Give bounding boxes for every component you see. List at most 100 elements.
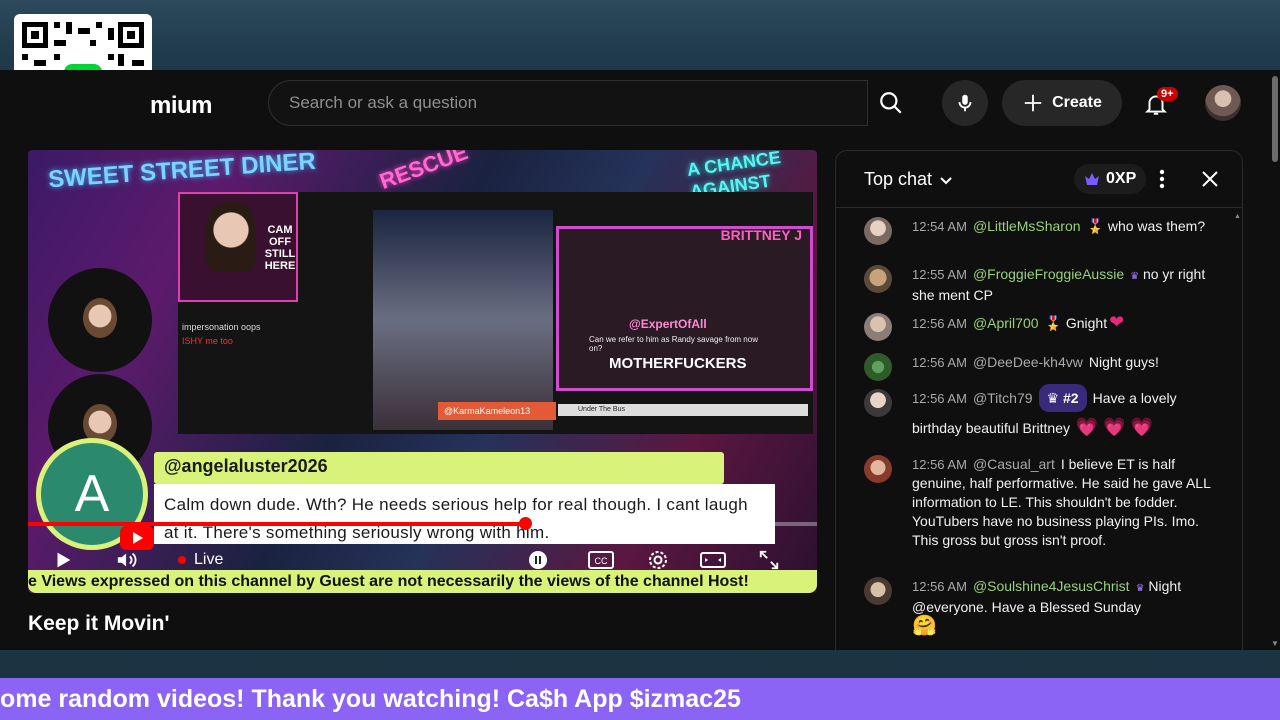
chat-avatar[interactable] xyxy=(864,353,892,381)
embedded-chat-line: impersonation oops xyxy=(182,322,261,332)
chat-scroll-up-arrow[interactable]: ▲ xyxy=(1234,213,1241,220)
volume-icon xyxy=(117,552,137,568)
close-icon xyxy=(1202,171,1218,187)
youtube-premium-logo[interactable]: mium xyxy=(150,92,213,120)
chat-author[interactable]: @April700 xyxy=(973,315,1039,331)
cam-off-text: CAM OFF STILL HERE xyxy=(264,224,296,272)
scroll-down-arrow[interactable]: ▼ xyxy=(1271,639,1279,648)
chat-timestamp: 12:55 AM xyxy=(912,267,967,282)
chat-message-body: 12:56 AM @April700 🎖️ Gnight ❤ xyxy=(912,313,1212,333)
chat-timestamp: 12:56 AM xyxy=(912,355,967,370)
embedded-video-frame xyxy=(373,210,673,430)
promo-marquee: ome random videos! Thank you watching! C… xyxy=(0,678,1280,720)
guest-handle: @ExpertOfAll xyxy=(629,317,707,331)
chat-author[interactable]: @Soulshine4JesusChrist xyxy=(973,578,1130,594)
cam-panel: CAM OFF STILL HERE xyxy=(178,192,298,302)
caption-author: @angelaluster2026 xyxy=(164,456,328,476)
guest-banner: MOTHERFUCKERS xyxy=(609,355,747,372)
guest-title: BRITTNEY J xyxy=(720,227,802,243)
chat-message-body: 12:56 AM @DeeDee-kh4vw Night guys! xyxy=(912,353,1212,372)
guest-bubble-1 xyxy=(48,268,152,372)
chat-author[interactable]: @FroggieFroggieAussie xyxy=(973,266,1124,282)
progress-fill xyxy=(28,522,526,526)
chat-text: Gnight xyxy=(1065,315,1108,331)
chat-timestamp: 12:56 AM xyxy=(912,457,967,472)
video-title[interactable]: Keep it Movin' xyxy=(28,612,170,636)
chat-avatar[interactable] xyxy=(864,577,892,605)
search-button[interactable] xyxy=(868,80,914,126)
member-badge-icon: 🎖️ xyxy=(1086,218,1104,234)
chat-mode-dropdown[interactable]: Top chat xyxy=(864,169,954,190)
chat-message-body: 12:54 AM @LittleMsSharon 🎖️ who was them? xyxy=(912,217,1212,236)
embedded-chat-line: ISHY me too xyxy=(182,336,233,346)
close-chat-button[interactable] xyxy=(1196,165,1224,193)
heart-emoji-icon: 💗 💗 💗 xyxy=(1075,417,1154,437)
create-label: Create xyxy=(1052,94,1102,111)
play-icon xyxy=(57,552,71,568)
notification-count-badge: 9+ xyxy=(1157,87,1178,101)
create-button[interactable]: Create xyxy=(1002,80,1122,126)
chat-timestamp: 12:54 AM xyxy=(912,219,967,234)
chat-message-body: 12:56 AM @Titch79 ♛ #2 Have a lovely birthd… xyxy=(912,384,1212,442)
chat-author[interactable]: @Casual_art xyxy=(973,456,1055,472)
guest-panel: BRITTNEY J @ExpertOfAll Can we refer to … xyxy=(556,226,813,391)
rank-badge: ♛ #2 xyxy=(1038,384,1087,412)
chat-avatar[interactable] xyxy=(864,455,892,483)
chat-avatar[interactable] xyxy=(864,389,892,417)
member-badge-icon: 🎖️ xyxy=(1044,315,1062,331)
scrollbar-thumb[interactable] xyxy=(1272,76,1278,162)
chat-timestamp: 12:56 AM xyxy=(912,316,967,331)
chat-author[interactable]: @Titch79 xyxy=(973,390,1033,406)
live-chat-panel: Top chat 0XP 12:54 AM @LittleMsSharon 🎖️ w… xyxy=(835,150,1243,650)
gear-icon xyxy=(649,551,667,569)
chat-author[interactable]: @DeeDee-kh4vw xyxy=(973,354,1083,370)
theater-mode-icon xyxy=(700,552,726,568)
pause-icon xyxy=(529,551,547,569)
plus-icon xyxy=(1024,94,1042,112)
member-badge-icon: ♛ xyxy=(1135,583,1145,594)
heart-emoji-icon: ❤ xyxy=(1109,312,1125,332)
microphone-icon xyxy=(958,94,972,112)
neon-sign-diner: SWEET STREET DINER xyxy=(47,150,317,194)
voice-search-button[interactable] xyxy=(942,80,988,126)
chat-header: Top chat 0XP xyxy=(836,151,1242,208)
crown-icon xyxy=(1085,173,1099,185)
fullscreen-icon xyxy=(759,550,779,570)
caption-text: Calm down dude. Wth? He needs serious he… xyxy=(154,484,775,544)
chat-message-body: 12:56 AM @Soulshine4JesusChrist ♛ Night @e… xyxy=(912,577,1212,637)
chat-more-options-button[interactable] xyxy=(1152,165,1172,193)
chat-timestamp: 12:56 AM xyxy=(912,579,967,594)
chat-timestamp: 12:56 AM xyxy=(912,391,967,406)
chat-mode-label: Top chat xyxy=(864,169,933,189)
chat-message-body: 12:55 AM @FroggieFroggieAussie ♛ no yr rig… xyxy=(912,265,1212,305)
chat-scrollbar[interactable]: ▲ xyxy=(1234,213,1241,633)
search-icon xyxy=(880,92,902,114)
chat-message-body: 12:56 AM @Casual_art I believe ET is half … xyxy=(912,455,1212,550)
embedded-stream-screen: CAM OFF STILL HERE impersonation oops IS… xyxy=(178,192,813,434)
xp-value: 0XP xyxy=(1106,170,1137,187)
chat-text: who was them? xyxy=(1107,218,1206,234)
svg-text:CC: CC xyxy=(595,556,608,566)
chat-author[interactable]: @LittleMsSharon xyxy=(973,218,1081,234)
chat-avatar[interactable] xyxy=(864,217,892,245)
chat-avatar[interactable] xyxy=(864,265,892,293)
hug-emoji-icon: 🤗 xyxy=(912,615,937,637)
search-input[interactable]: Search or ask a question xyxy=(268,80,868,126)
live-dot-icon xyxy=(178,556,186,564)
member-badge-icon: ♛ xyxy=(1130,271,1140,282)
search-placeholder: Search or ask a question xyxy=(289,93,478,112)
account-avatar[interactable] xyxy=(1205,85,1241,121)
xp-badge[interactable]: 0XP xyxy=(1074,164,1147,194)
neon-sign-rescue: RESCUE xyxy=(376,150,472,194)
chat-avatar[interactable] xyxy=(864,313,892,341)
page-scrollbar[interactable]: ▼ xyxy=(1270,70,1280,650)
karma-banner: @KarmaKameleon13 xyxy=(438,402,556,420)
disclaimer-ticker: e Views expressed on this channel by Gue… xyxy=(28,570,817,593)
under-bus-banner: Under The Bus xyxy=(558,404,808,416)
guest-question: Can we refer to him as Randy savage from… xyxy=(589,335,758,353)
progress-scrubber[interactable] xyxy=(519,517,533,530)
video-player[interactable]: SWEET STREET DINER RESCUE A CHANCE AGAIN… xyxy=(28,150,817,593)
streamer-cam xyxy=(206,202,256,272)
guest-avatar-1 xyxy=(83,298,117,338)
chat-message-list: 12:54 AM @LittleMsSharon 🎖️ who was them? … xyxy=(836,207,1232,650)
